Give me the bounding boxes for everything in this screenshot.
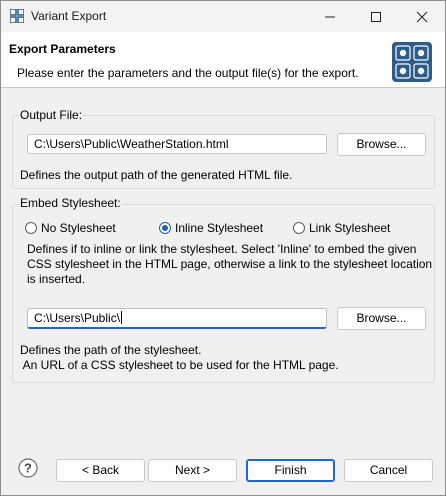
maximize-icon	[371, 12, 381, 22]
minimize-icon	[325, 16, 335, 18]
export-grid-icon	[392, 42, 432, 82]
stylesheet-radio-group: No Stylesheet Inline Stylesheet Link Sty…	[25, 221, 425, 237]
help-icon[interactable]: ?	[18, 458, 38, 478]
title-bar: Variant Export	[1, 1, 445, 32]
stylesheet-browse-button[interactable]: Browse...	[337, 307, 426, 330]
finish-button[interactable]: Finish	[246, 459, 335, 482]
stylesheet-hint-line: Defines the path of the stylesheet.	[20, 343, 202, 357]
stylesheet-description-line: is inserted.	[27, 272, 86, 286]
stylesheet-path-input[interactable]: C:\Users\Public\	[27, 308, 327, 329]
cancel-button[interactable]: Cancel	[344, 459, 433, 482]
close-button[interactable]	[399, 1, 445, 32]
minimize-button[interactable]	[307, 1, 353, 32]
header-banner: Export Parameters Please enter the param…	[1, 32, 445, 88]
stylesheet-description-line: CSS stylesheet in the HTML page, otherwi…	[27, 257, 433, 271]
stylesheet-description-line: Defines if to inline or link the stylesh…	[27, 242, 417, 256]
radio-label: No Stylesheet	[41, 221, 116, 235]
dialog-window: Variant Export Export Parameters Please …	[0, 0, 446, 496]
next-button[interactable]: Next >	[148, 459, 237, 482]
radio-indicator	[25, 222, 37, 234]
stylesheet-hint-line: An URL of a CSS stylesheet to be used fo…	[20, 358, 339, 372]
banner-description: Please enter the parameters and the outp…	[17, 66, 359, 80]
window-title: Variant Export	[31, 9, 107, 23]
stylesheet-label: Embed Stylesheet:	[19, 196, 122, 210]
radio-indicator	[293, 222, 305, 234]
app-grid-icon	[10, 9, 24, 23]
output-file-hint: Defines the output path of the generated…	[20, 168, 293, 182]
close-icon	[416, 11, 428, 23]
banner-title: Export Parameters	[9, 42, 116, 56]
maximize-button[interactable]	[353, 1, 399, 32]
radio-label: Link Stylesheet	[309, 221, 391, 235]
radio-label: Inline Stylesheet	[175, 221, 264, 235]
stylesheet-path-value: C:\Users\Public\	[34, 311, 121, 325]
output-browse-button[interactable]: Browse...	[337, 133, 426, 156]
output-file-input[interactable]: C:\Users\Public\WeatherStation.html	[27, 134, 327, 154]
output-file-label: Output File:	[19, 108, 84, 122]
radio-indicator-checked	[159, 222, 171, 234]
svg-text:?: ?	[24, 461, 32, 476]
back-button[interactable]: < Back	[56, 459, 145, 482]
text-caret	[121, 311, 123, 324]
